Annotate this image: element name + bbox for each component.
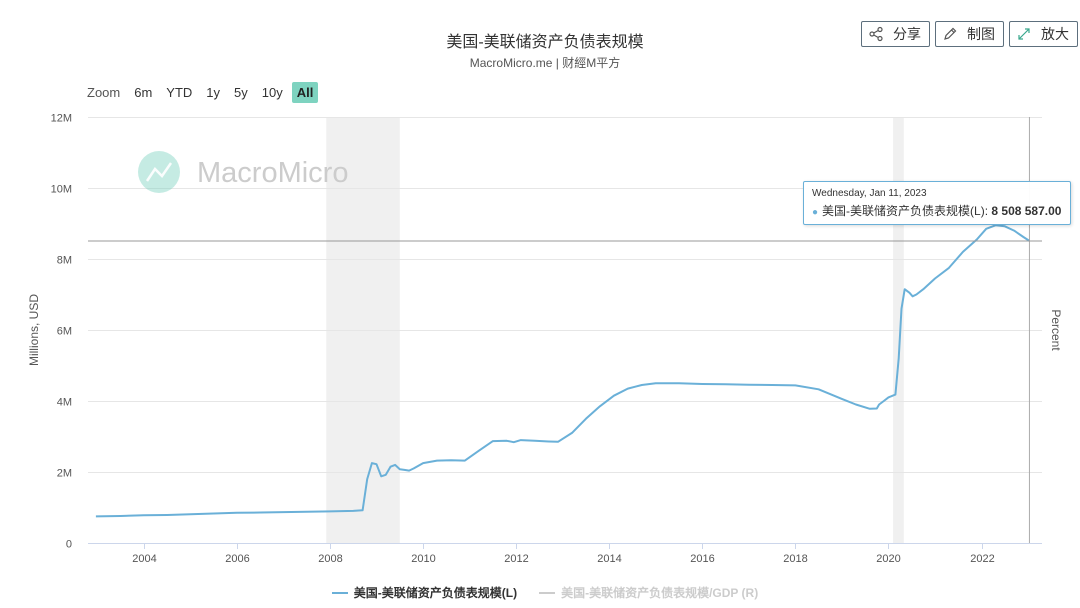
x-tick-label: 2010 bbox=[411, 553, 435, 565]
y-tick-label: 10M bbox=[51, 184, 72, 196]
legend-swatch bbox=[539, 591, 556, 594]
tooltip-series-name: 美国-美联储资产负债表规模(L) bbox=[822, 204, 985, 218]
legend-item-balance-sheet[interactable]: 美国-美联储资产负债表规模(L) bbox=[331, 584, 518, 601]
x-tick-label: 2012 bbox=[504, 553, 528, 565]
watermark-text: MacroMicro bbox=[197, 157, 348, 189]
y-tick-label: 6M bbox=[57, 326, 72, 338]
watermark: MacroMicro bbox=[138, 151, 348, 193]
y-tick-label: 2M bbox=[57, 468, 72, 480]
tooltip-row: ● 美国-美联储资产负债表规模(L): 8 508 587.00 bbox=[812, 204, 1062, 218]
x-tick-label: 2006 bbox=[225, 553, 249, 565]
tooltip-date: Wednesday, Jan 11, 2023 bbox=[812, 188, 927, 199]
y2-axis-title: Percent bbox=[1049, 309, 1063, 351]
tooltip: Wednesday, Jan 11, 2023 ● 美国-美联储资产负债表规模(L… bbox=[803, 181, 1071, 225]
x-tick-label: 2008 bbox=[318, 553, 342, 565]
x-tick-label: 2016 bbox=[690, 553, 714, 565]
y-tick-label: 0 bbox=[66, 539, 72, 551]
y-axis-title: Millions, USD bbox=[27, 294, 41, 366]
x-tick-label: 2020 bbox=[876, 553, 900, 565]
y-tick-label: 4M bbox=[57, 397, 72, 409]
tooltip-series-dot-icon: ● bbox=[812, 207, 819, 218]
x-tick-label: 2014 bbox=[597, 553, 621, 565]
legend-swatch bbox=[331, 591, 348, 594]
legend-item-balance-sheet-gdp[interactable]: 美国-美联储资产负债表规模/GDP (R) bbox=[539, 584, 758, 601]
legend: 美国-美联储资产负债表规模(L) 美国-美联储资产负债表规模/GDP (R) bbox=[0, 584, 1080, 601]
x-tick-label: 2004 bbox=[132, 553, 156, 565]
y-tick-label: 8M bbox=[57, 255, 72, 267]
x-tick-label: 2022 bbox=[970, 553, 994, 565]
y-tick-label: 12M bbox=[51, 113, 72, 125]
chart-plot: MacroMicro 0 2M 4M 6M 8M 10M 12M 2004 2006 2008 2… bbox=[27, 113, 1063, 566]
legend-label: 美国-美联储资产负债表规模(L) bbox=[353, 586, 518, 600]
legend-label: 美国-美联储资产负债表规模/GDP (R) bbox=[561, 586, 759, 600]
x-tick-label: 2018 bbox=[783, 553, 807, 565]
tooltip-value: 8 508 587.00 bbox=[991, 204, 1062, 218]
